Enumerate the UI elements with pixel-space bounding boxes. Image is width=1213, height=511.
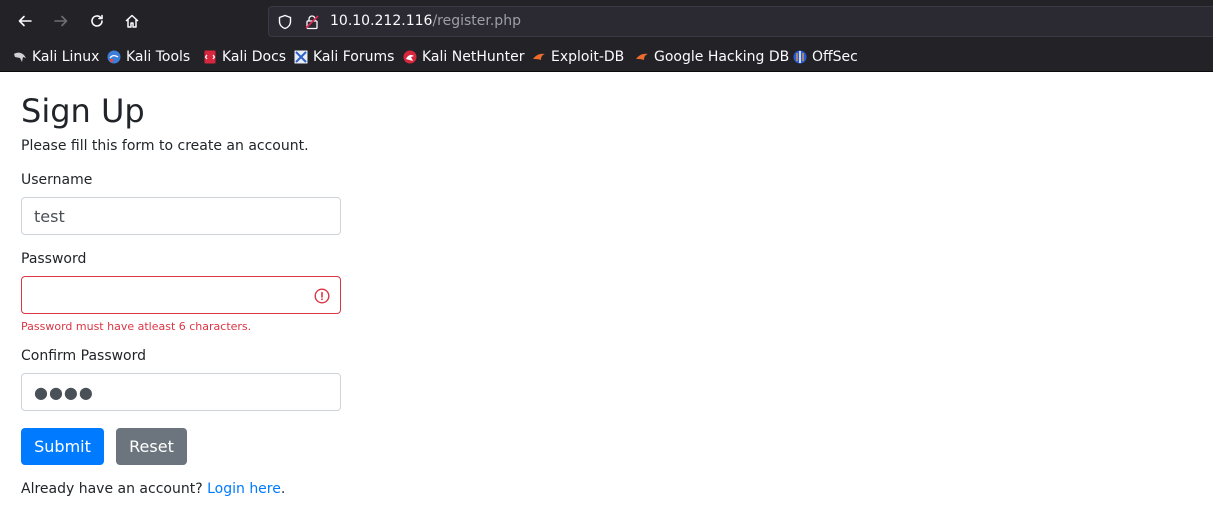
shield-icon[interactable] [277,14,293,30]
login-prompt-text: Already have an account? [21,481,208,497]
url-bar[interactable]: 10.10.212.116/register.php [268,6,1213,37]
confirm-password-label: Confirm Password [21,348,147,364]
page-content: Sign Up Please fill this form to create … [0,73,1213,511]
bookmark-kali-forums[interactable]: Kali Forums [294,48,394,66]
forward-button[interactable] [48,8,74,34]
browser-toolbar: 10.10.212.116/register.php [0,0,1213,42]
arrow-left-icon [18,15,32,27]
bookmark-kali-tools[interactable]: Kali Tools [107,48,190,66]
bookmark-kali-linux[interactable]: Kali Linux [13,48,99,66]
bookmark-label: Kali Linux [32,49,100,65]
insecure-lock-icon[interactable] [304,14,320,30]
password-label: Password [21,251,87,267]
bookmark-offsec[interactable]: OffSec [793,48,858,66]
password-error-message: Password must have atleast 6 characters. [21,320,252,333]
bookmark-google-hacking-db[interactable]: Google Hacking DB [635,48,789,66]
reload-icon [91,14,103,27]
kali-dragon-icon [14,52,26,62]
error-icon [314,288,330,304]
bookmark-label: Kali Tools [126,49,191,65]
bookmark-label: Kali NetHunter [422,49,525,65]
kali-nethunter-icon [403,50,417,64]
offsec-icon [793,50,807,64]
bookmark-kali-docs[interactable]: Kali Docs [203,48,286,66]
home-icon [125,14,139,28]
exploit-db-icon [533,53,545,60]
submit-button[interactable]: Submit [21,428,104,465]
home-button[interactable] [119,8,145,34]
login-prompt-end: . [280,481,286,497]
login-prompt: Already have an account? Login here. [21,481,285,497]
google-hacking-db-icon [636,53,648,60]
arrow-right-icon [54,15,68,27]
username-label: Username [21,172,93,188]
bookmark-kali-nethunter[interactable]: Kali NetHunter [403,48,524,66]
page-subtitle: Please fill this form to create an accou… [21,138,309,154]
kali-tools-icon [107,50,121,64]
back-button[interactable] [12,8,38,34]
bookmark-label: Exploit-DB [551,49,625,65]
reset-button[interactable]: Reset [116,428,187,465]
kali-forums-icon [294,50,308,64]
login-link[interactable]: Login here [207,481,281,497]
reload-button[interactable] [84,8,110,34]
confirm-password-input[interactable]: ●●●● [21,373,341,411]
bookmarks-bar: Kali Linux Kali Tools Kali Docs Kali For… [0,42,1213,72]
confirm-password-value: ●●●● [34,382,94,402]
url-path: /register.php [432,13,521,29]
bookmark-label: Kali Forums [313,49,395,65]
bookmark-label: OffSec [812,49,858,65]
page-title: Sign Up [21,92,145,130]
username-value: test [34,206,65,226]
username-input[interactable]: test [21,197,341,235]
password-input[interactable] [21,276,341,314]
bookmark-label: Kali Docs [222,49,287,65]
bookmark-exploit-db[interactable]: Exploit-DB [532,48,624,66]
url-host: 10.10.212.116 [330,13,433,29]
kali-docs-icon [204,50,216,64]
bookmark-label: Google Hacking DB [654,49,790,65]
url-text: 10.10.212.116/register.php [330,13,521,29]
